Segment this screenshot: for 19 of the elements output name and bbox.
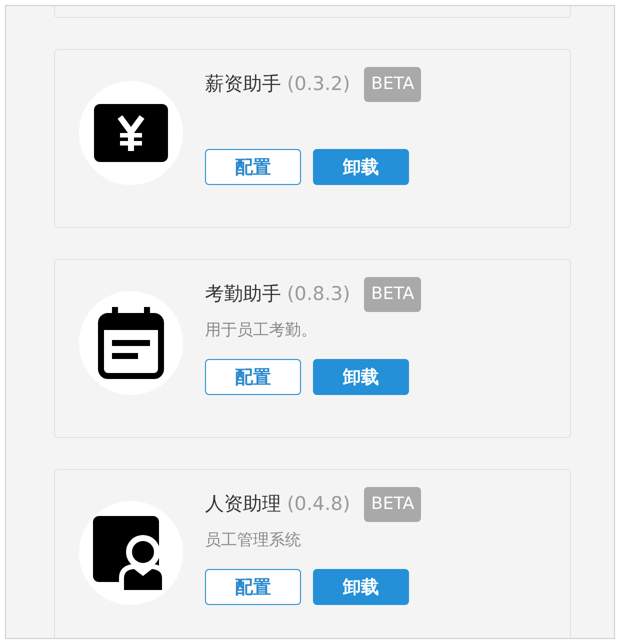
plugin-name: 人资助理 xyxy=(205,492,281,518)
plugin-description: 用于员工考勤。 xyxy=(205,319,317,341)
plugin-name: 薪资助手 xyxy=(205,72,281,98)
beta-badge: BETA xyxy=(364,487,422,522)
configure-button[interactable]: 配置 xyxy=(205,359,301,395)
uninstall-button[interactable]: 卸载 xyxy=(313,359,409,395)
beta-badge: BETA xyxy=(364,67,422,102)
version-label: (0.8.3) xyxy=(287,282,350,308)
uninstall-button[interactable]: 卸载 xyxy=(313,569,409,605)
calendar-icon xyxy=(98,307,164,379)
yen-icon xyxy=(94,104,168,162)
configure-button[interactable]: 配置 xyxy=(205,569,301,605)
configure-button[interactable]: 配置 xyxy=(205,149,301,185)
version-label: (0.3.2) xyxy=(287,72,350,98)
plugin-name: 考勤助手 xyxy=(205,282,281,308)
uninstall-button[interactable]: 卸载 xyxy=(313,149,409,185)
beta-badge: BETA xyxy=(364,277,422,312)
plugin-description: 员工管理系统 xyxy=(205,529,301,551)
version-label: (0.4.8) xyxy=(287,492,350,518)
